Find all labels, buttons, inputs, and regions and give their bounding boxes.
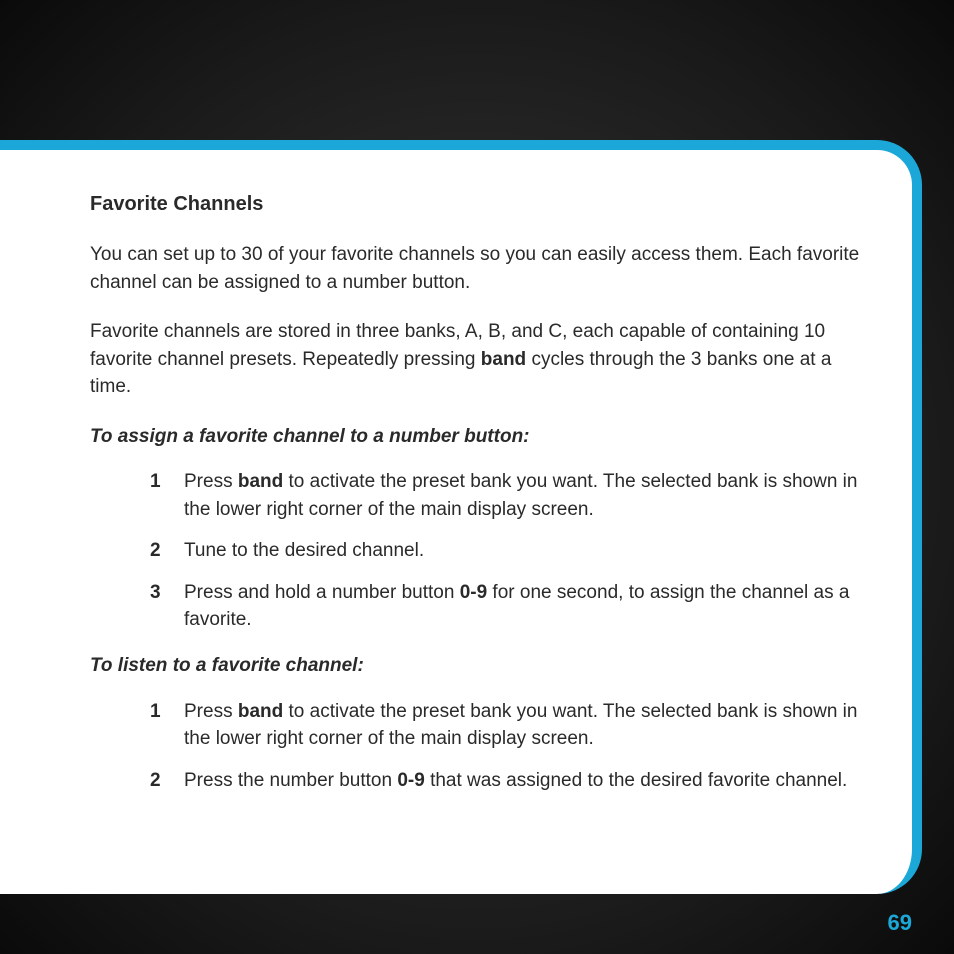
step-number: 2: [150, 537, 184, 565]
list-item: 2 Tune to the desired channel.: [150, 537, 872, 565]
step-text-pre: Press the number button: [184, 770, 397, 791]
step-text: Press band to activate the preset bank y…: [184, 698, 872, 753]
subheading-listen: To listen to a favorite channel:: [90, 652, 872, 680]
content-area: Favorite Channels You can set up to 30 o…: [90, 190, 872, 794]
step-text-bold: 0-9: [460, 582, 487, 603]
step-number: 1: [150, 468, 184, 523]
subheading-assign: To assign a favorite channel to a number…: [90, 423, 872, 451]
step-text-post: to activate the preset bank you want. Th…: [184, 701, 857, 750]
step-text-post: to activate the preset bank you want. Th…: [184, 471, 857, 520]
step-text: Press and hold a number button 0-9 for o…: [184, 579, 872, 634]
intro-paragraph-2: Favorite channels are stored in three ba…: [90, 318, 872, 401]
intro-paragraph-1: You can set up to 30 of your favorite ch…: [90, 241, 872, 296]
step-text: Press band to activate the preset bank y…: [184, 468, 872, 523]
step-number: 2: [150, 767, 184, 795]
step-text-post: that was assigned to the desired favorit…: [425, 770, 847, 791]
step-text: Press the number button 0-9 that was ass…: [184, 767, 872, 795]
step-text-pre: Press: [184, 471, 238, 492]
step-number: 3: [150, 579, 184, 634]
step-text-pre: Tune to the desired channel.: [184, 540, 424, 561]
step-text: Tune to the desired channel.: [184, 537, 872, 565]
step-text-bold: band: [238, 701, 283, 722]
list-item: 1 Press band to activate the preset bank…: [150, 468, 872, 523]
page-panel: Favorite Channels You can set up to 30 o…: [0, 140, 922, 894]
step-text-pre: Press and hold a number button: [184, 582, 460, 603]
page-number: 69: [888, 910, 912, 936]
step-number: 1: [150, 698, 184, 753]
list-item: 3 Press and hold a number button 0-9 for…: [150, 579, 872, 634]
step-text-bold: band: [238, 471, 283, 492]
listen-steps: 1 Press band to activate the preset bank…: [150, 698, 872, 795]
list-item: 1 Press band to activate the preset bank…: [150, 698, 872, 753]
step-text-bold: 0-9: [397, 770, 424, 791]
list-item: 2 Press the number button 0-9 that was a…: [150, 767, 872, 795]
step-text-pre: Press: [184, 701, 238, 722]
assign-steps: 1 Press band to activate the preset bank…: [150, 468, 872, 634]
section-title: Favorite Channels: [90, 190, 872, 219]
intro2-bold: band: [481, 349, 526, 370]
